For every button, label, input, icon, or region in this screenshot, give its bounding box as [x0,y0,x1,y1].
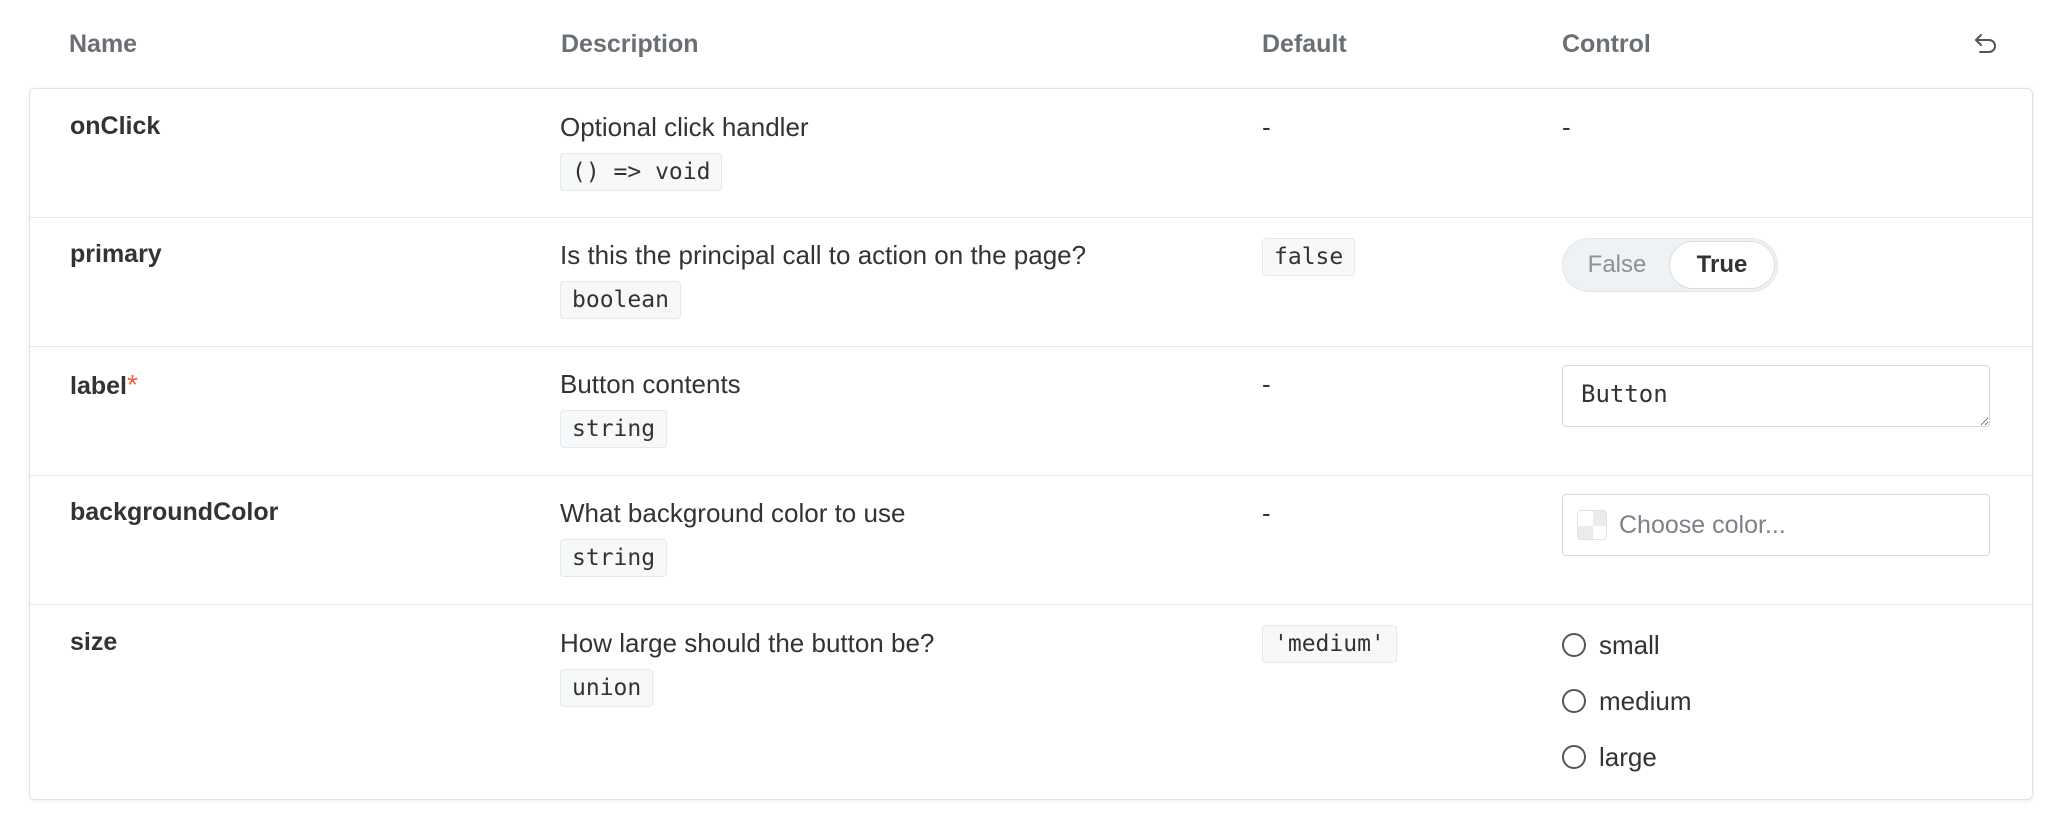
radio-option-medium[interactable]: medium [1562,673,1691,729]
size-radio-group: small medium large [1562,617,1691,785]
prop-default: - [1262,369,1271,399]
required-marker: * [126,369,138,400]
color-placeholder: Choose color... [1619,510,1786,539]
prop-default: false [1262,238,1356,276]
table-row: size How large should the button be? uni… [30,604,2032,799]
args-table: Name Description Default Control onClick… [29,0,2033,800]
radio-label: medium [1599,685,1692,716]
radio-button[interactable] [1562,689,1586,713]
prop-control-none: - [1562,112,1571,142]
table-header: Name Description Default Control [29,0,2033,88]
prop-description: Optional click handler [560,112,809,142]
column-header-name: Name [69,30,138,58]
prop-name: primary [70,240,162,268]
table-row: label* Button contents string - [30,346,2032,475]
toggle-true-option[interactable]: True [1669,241,1775,289]
boolean-toggle: False True [1562,238,1778,292]
table-row: backgroundColor What background color to… [30,475,2032,604]
prop-name: onClick [70,112,161,140]
color-picker-input[interactable]: Choose color... [1562,494,1990,556]
toggle-false-option[interactable]: False [1565,241,1669,289]
prop-default: - [1262,498,1271,528]
column-header-control: Control [1562,30,1651,58]
reset-controls-button[interactable] [1969,26,2003,60]
args-table-body: onClick Optional click handler () => voi… [29,88,2033,800]
table-row: primary Is this the principal call to ac… [30,217,2032,346]
radio-option-small[interactable]: small [1562,617,1691,673]
prop-name: backgroundColor [70,498,279,526]
label-text-input[interactable] [1562,365,1990,427]
prop-name: size [70,628,118,656]
prop-description: Button contents [560,369,741,399]
prop-description: Is this the principal call to action on … [560,240,1087,270]
column-header-description: Description [561,30,699,58]
prop-type: string [560,539,668,577]
table-row: onClick Optional click handler () => voi… [30,89,2032,217]
prop-default: - [1262,112,1271,142]
prop-type: string [560,410,668,448]
prop-type: union [560,669,654,707]
color-swatch-icon [1577,510,1607,540]
undo-icon [1975,34,1996,53]
prop-type: () => void [560,153,723,191]
radio-button[interactable] [1562,745,1586,769]
prop-type: boolean [560,281,681,319]
prop-default: 'medium' [1262,625,1397,663]
prop-description: What background color to use [560,498,906,528]
prop-name: label [70,372,127,400]
radio-button[interactable] [1562,633,1586,657]
prop-description: How large should the button be? [560,628,935,658]
radio-label: large [1599,741,1657,772]
column-header-default: Default [1262,30,1347,58]
radio-label: small [1599,629,1660,660]
radio-option-large[interactable]: large [1562,729,1691,785]
